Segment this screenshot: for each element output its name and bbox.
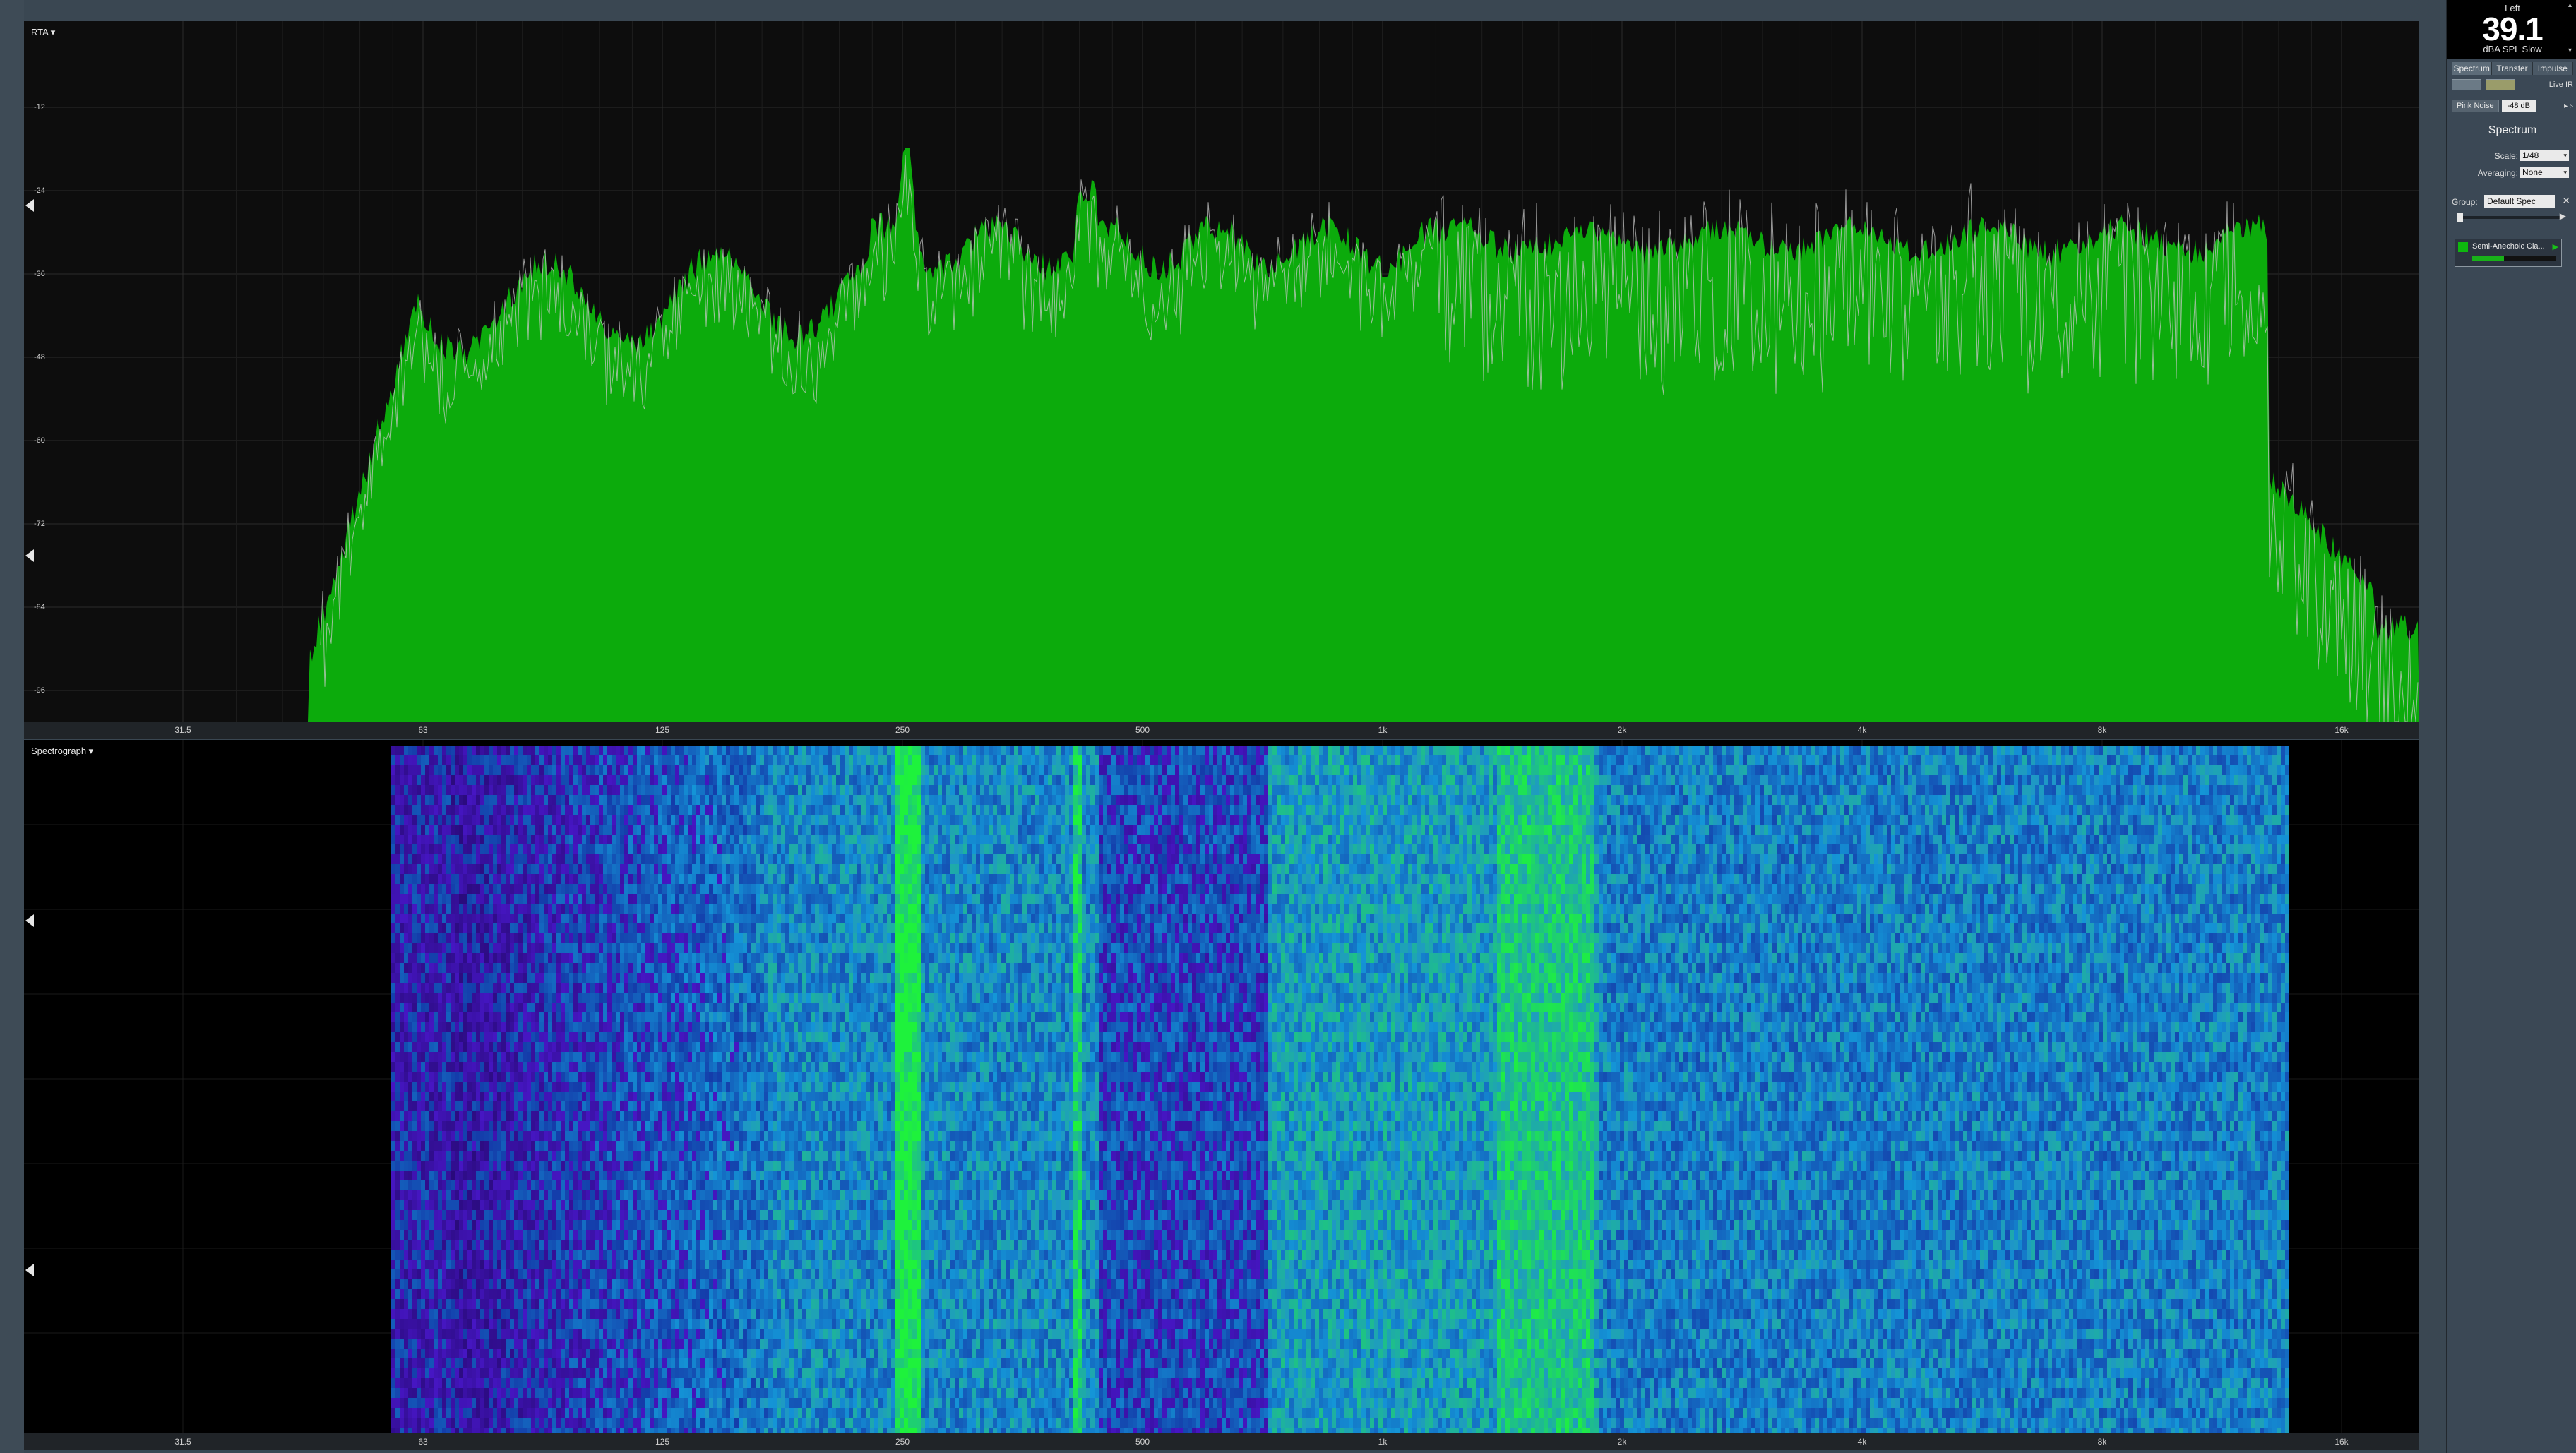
measurement-name: Semi-Anechoic Cla...: [2472, 242, 2545, 251]
view-tabs: Spectrum Transfer Impulse: [2452, 62, 2573, 75]
rta-upper-handle[interactable]: [25, 199, 34, 212]
playback-slider[interactable]: ▶: [2457, 216, 2563, 219]
x-tick-label: 63: [418, 725, 427, 735]
group-select[interactable]: Default Spec: [2484, 195, 2555, 208]
left-rail: [0, 0, 24, 1453]
meter-channel-caret-icon[interactable]: ▴: [2568, 1, 2572, 9]
tab-impulse[interactable]: Impulse: [2533, 62, 2573, 75]
x-tick-label: 1k: [1378, 725, 1388, 735]
chevron-down-icon: ▾: [2563, 150, 2567, 161]
x-tick-label: 16k: [2334, 1437, 2348, 1447]
generator-toggle-icon[interactable]: ▸ ▹: [2564, 102, 2573, 110]
x-tick-label: 4k: [1858, 1437, 1867, 1447]
averaging-select[interactable]: None ▾: [2520, 167, 2569, 178]
x-tick-label: 500: [1135, 725, 1150, 735]
rta-y-tick-label: -60: [34, 436, 45, 445]
control-sidebar: Left ▴ 39.1 dBA SPL Slow ▾ Spectrum Tran…: [2446, 0, 2576, 1453]
tools-icon[interactable]: ✕: [2562, 195, 2570, 207]
spectrograph-title-menu[interactable]: Spectrograph ▾: [31, 746, 93, 757]
live-ir-label[interactable]: Live IR: [2549, 80, 2573, 89]
rta-graph: [24, 21, 2419, 722]
x-tick-label: 250: [895, 1437, 910, 1447]
x-tick-label: 500: [1135, 1437, 1150, 1447]
x-tick-label: 125: [655, 1437, 669, 1447]
meter-unit: dBA SPL Slow: [2447, 44, 2576, 54]
rta-lower-handle[interactable]: [25, 549, 34, 562]
signal-generator-button[interactable]: Pink Noise: [2452, 100, 2499, 112]
x-tick-label: 2k: [1618, 1437, 1627, 1447]
group-label: Group:: [2452, 197, 2478, 207]
generator-level-field[interactable]: -48 dB: [2502, 100, 2536, 112]
x-tick-label: 63: [418, 1437, 427, 1447]
x-tick-label: 8k: [2098, 1437, 2107, 1447]
speaker-icon[interactable]: ▶: [2553, 242, 2558, 251]
scale-select[interactable]: 1/48 ▾: [2520, 150, 2569, 161]
rta-y-tick-label: -24: [34, 186, 45, 195]
chevron-down-icon: ▾: [2563, 167, 2567, 178]
averaging-field: Averaging: None ▾: [2452, 167, 2573, 179]
x-tick-label: 8k: [2098, 725, 2107, 735]
rta-y-tick-label: -96: [34, 686, 45, 695]
scale-label: Scale:: [2495, 151, 2518, 161]
rta-y-tick-label: -12: [34, 103, 45, 112]
spl-meter[interactable]: Left ▴ 39.1 dBA SPL Slow ▾: [2447, 0, 2576, 59]
meter-unit-caret-icon[interactable]: ▾: [2568, 47, 2572, 54]
x-tick-label: 125: [655, 725, 669, 735]
x-tick-label: 2k: [1618, 725, 1627, 735]
rta-y-tick-label: -84: [34, 603, 45, 611]
x-tick-label: 4k: [1858, 725, 1867, 735]
scale-field: Scale: 1/48 ▾: [2452, 150, 2573, 162]
group-row: Group: Default Spec ✕: [2452, 195, 2573, 209]
rta-x-axis: 31.5 63 125 250 500 1k 2k 4k 8k 16k: [24, 722, 2419, 739]
slider-knob[interactable]: [2457, 213, 2463, 222]
play-icon[interactable]: ▶: [2560, 211, 2566, 221]
rta-y-tick-label: -48: [34, 353, 45, 361]
measurement-item[interactable]: Semi-Anechoic Cla... ▶: [2455, 239, 2562, 267]
spectrograph-lower-handle[interactable]: [25, 1264, 34, 1276]
x-tick-label: 250: [895, 725, 910, 735]
rta-plot[interactable]: RTA ▾ -12 -24 -36 -48 -60 -72 -84 -96: [24, 21, 2419, 722]
tab-transfer[interactable]: Transfer: [2492, 62, 2532, 75]
spectrograph-x-axis: 31.5 63 125 250 500 1k 2k 4k 8k 16k: [24, 1433, 2419, 1450]
rta-title-menu[interactable]: RTA ▾: [31, 27, 55, 38]
x-tick-label: 16k: [2334, 725, 2348, 735]
spectrum-section-title: Spectrum: [2447, 124, 2576, 137]
layout-single-button[interactable]: [2452, 79, 2481, 90]
rta-y-tick-label: -36: [34, 270, 45, 278]
rta-y-tick-label: -72: [34, 520, 45, 528]
x-tick-label: 1k: [1378, 1437, 1388, 1447]
layout-split-button[interactable]: [2486, 79, 2515, 90]
generator-row: Pink Noise -48 dB ▸ ▹: [2452, 99, 2573, 113]
x-tick-label: 31.5: [174, 725, 191, 735]
layout-mode-row: Live IR: [2452, 78, 2573, 92]
spectrograph-graph: [24, 740, 2419, 1433]
averaging-value: None: [2522, 167, 2543, 177]
rta-spectrum-fill: [24, 148, 2419, 722]
spectrograph-plot[interactable]: Spectrograph ▾: [24, 740, 2419, 1433]
averaging-label: Averaging:: [2478, 168, 2518, 178]
meter-value: 39.1: [2447, 10, 2576, 48]
measurement-color-swatch[interactable]: [2458, 242, 2468, 252]
spectrograph-heatmap: [391, 746, 2289, 1433]
spectrograph-upper-handle[interactable]: [25, 914, 34, 927]
measurement-level-meter: [2472, 256, 2556, 261]
x-tick-label: 31.5: [174, 1437, 191, 1447]
tab-spectrum[interactable]: Spectrum: [2452, 62, 2492, 75]
scale-value: 1/48: [2522, 150, 2539, 160]
